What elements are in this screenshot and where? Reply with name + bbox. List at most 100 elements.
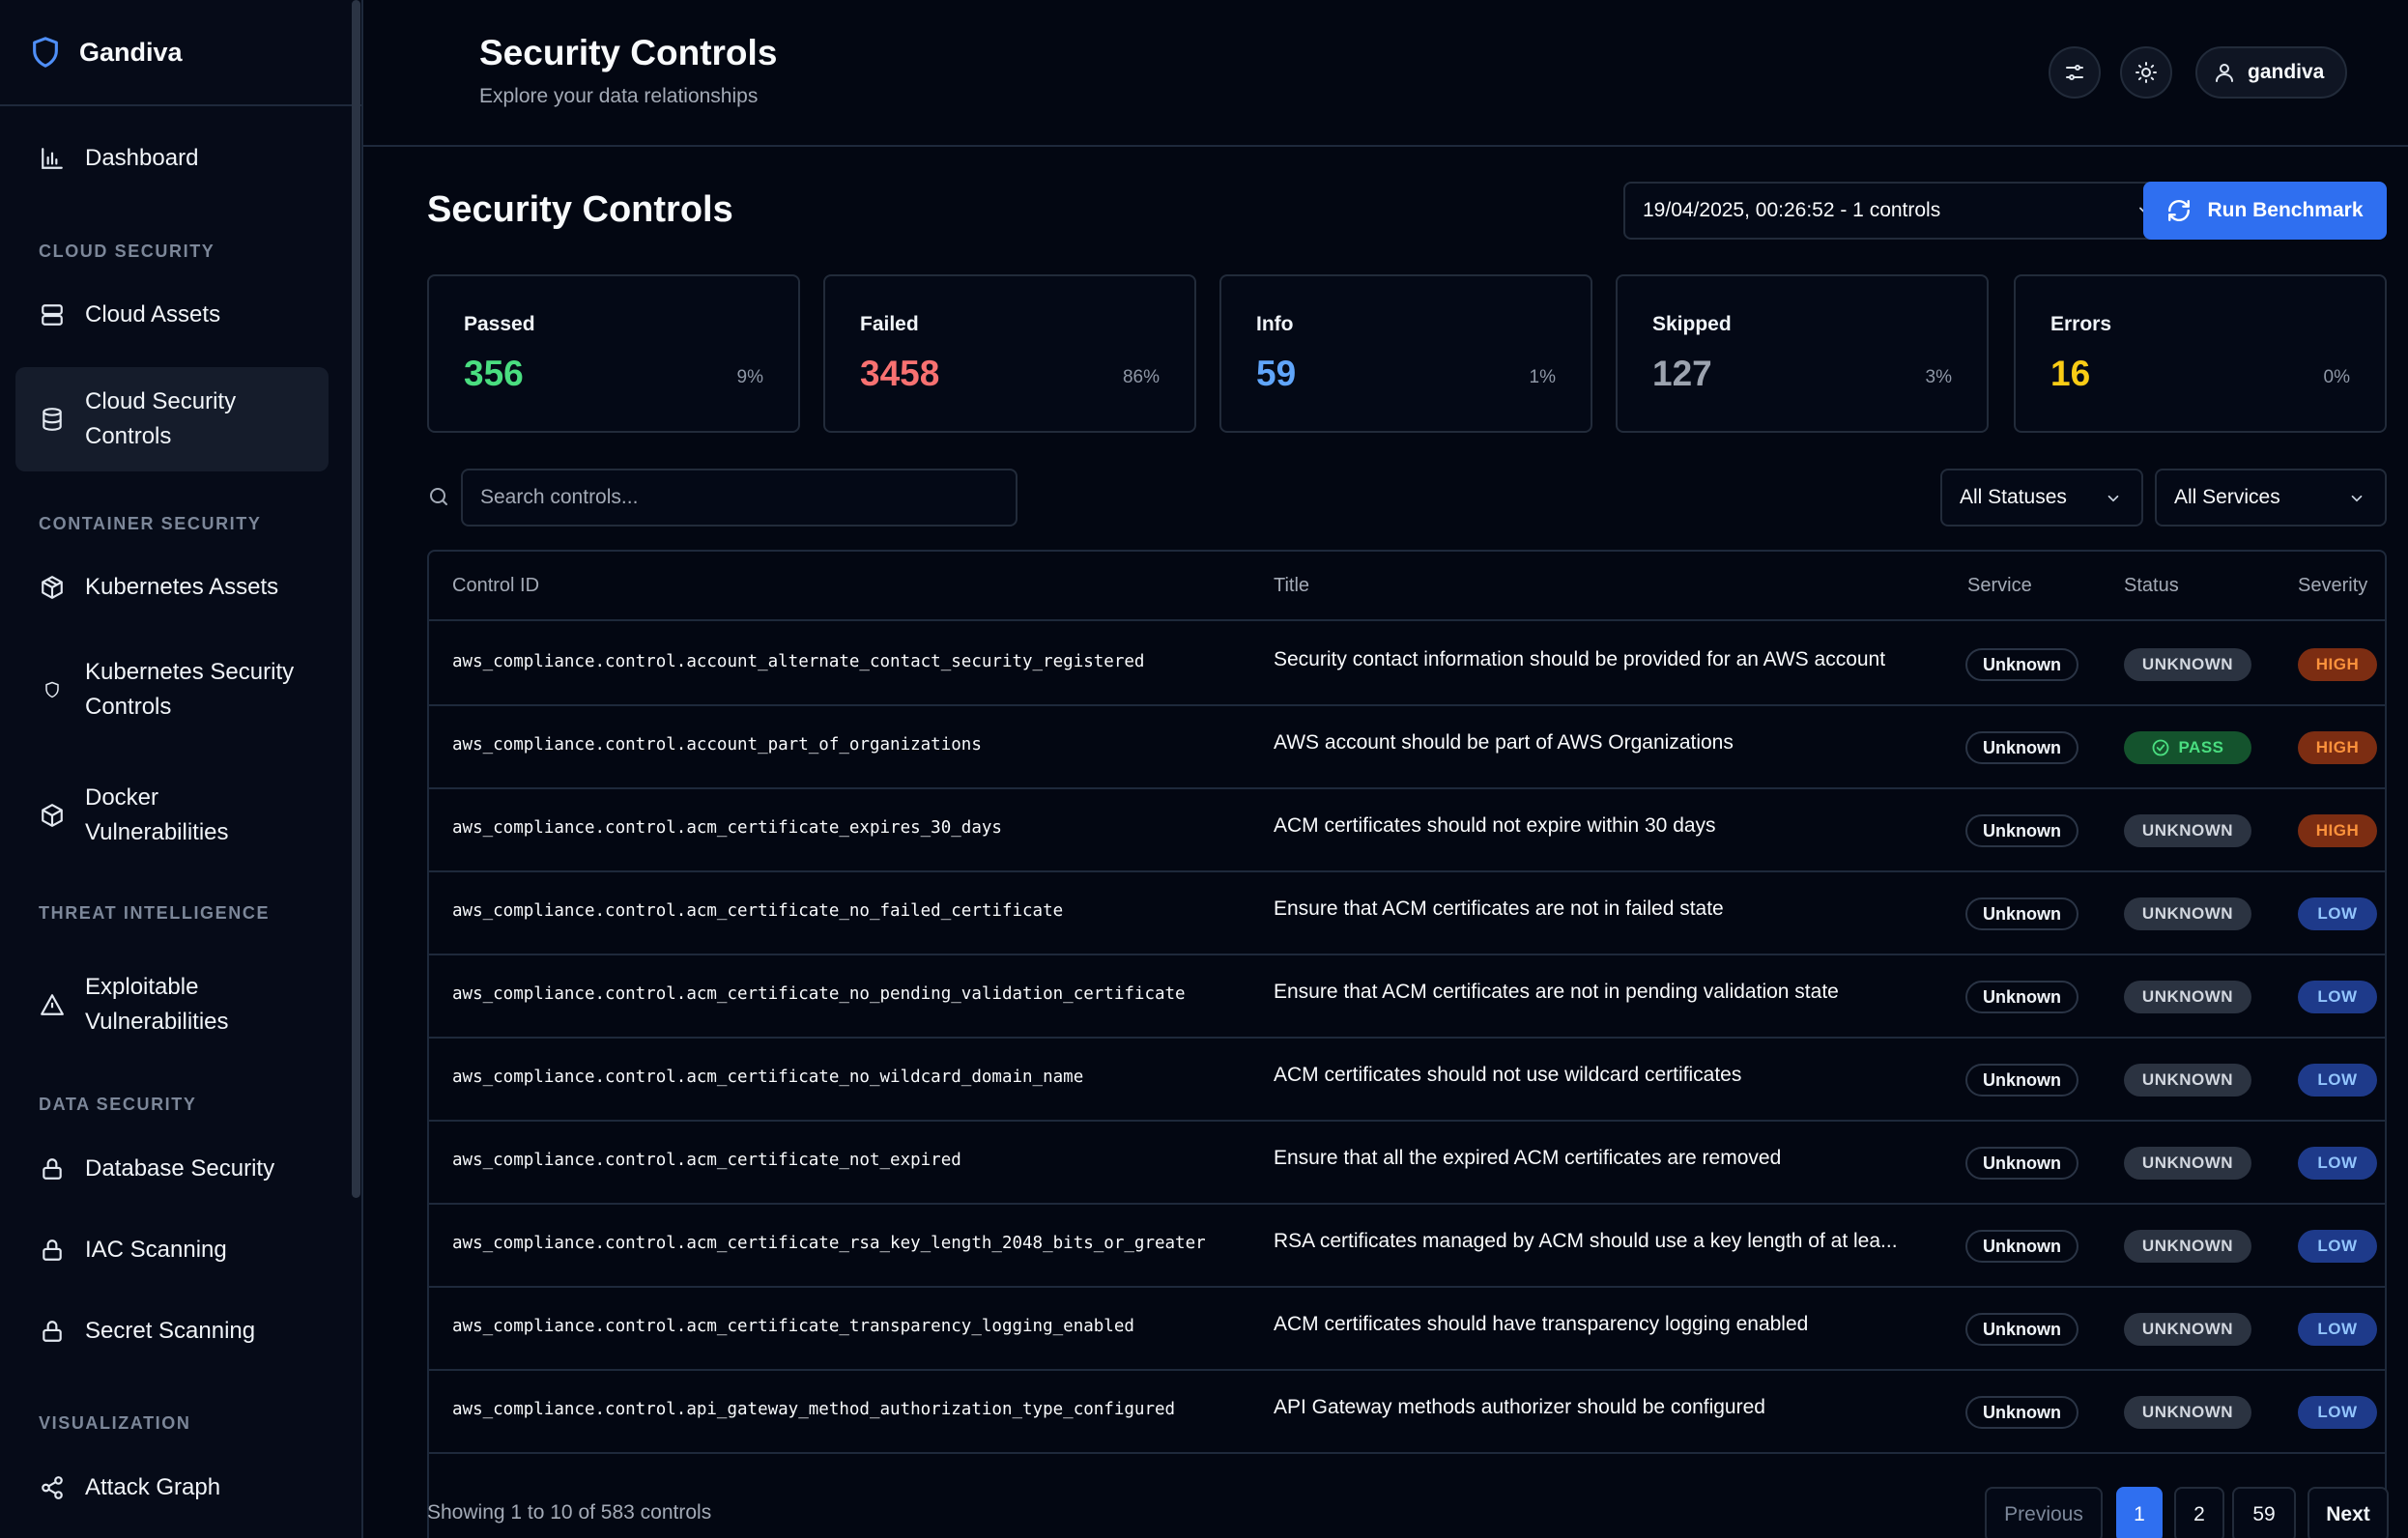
- sidebar-item-cloud-security-controls[interactable]: Cloud Security Controls: [15, 367, 329, 471]
- control-id: aws_compliance.control.acm_certificate_n…: [452, 1151, 961, 1170]
- boxes-icon: [39, 574, 66, 601]
- service-filter-value: All Services: [2174, 486, 2280, 508]
- control-id: aws_compliance.control.acm_certificate_n…: [452, 1068, 1084, 1087]
- run-benchmark-button[interactable]: Run Benchmark: [2143, 182, 2387, 240]
- status-badge: UNKNOWN: [2124, 1396, 2251, 1429]
- chevron-down-icon: [2107, 495, 2119, 502]
- page-button-59[interactable]: 59: [2232, 1487, 2296, 1538]
- table-row[interactable]: aws_compliance.control.acm_certificate_n…: [429, 872, 2385, 955]
- shield-icon: [33, 37, 58, 68]
- column-header-severity[interactable]: Severity: [2298, 575, 2367, 597]
- table-row[interactable]: aws_compliance.control.account_part_of_o…: [429, 706, 2385, 789]
- stat-percent: 3%: [1925, 367, 1952, 387]
- control-title: Security contact information should be p…: [1274, 648, 1886, 670]
- table-row[interactable]: aws_compliance.control.acm_certificate_e…: [429, 789, 2385, 872]
- server-icon: [39, 301, 66, 328]
- control-title: Ensure that ACM certificates are not in …: [1274, 981, 1839, 1003]
- user-menu-button[interactable]: gandiva: [2195, 46, 2348, 99]
- severity-badge: HIGH: [2298, 731, 2377, 764]
- sidebar-item-dashboard[interactable]: Dashboard: [15, 129, 329, 187]
- sidebar-item-secret-scanning[interactable]: Secret Scanning: [15, 1302, 329, 1360]
- status-badge: UNKNOWN: [2124, 897, 2251, 930]
- table-row[interactable]: aws_compliance.control.acm_certificate_r…: [429, 1205, 2385, 1288]
- table-row[interactable]: aws_compliance.control.acm_certificate_n…: [429, 1122, 2385, 1205]
- table-row[interactable]: aws_compliance.control.acm_certificate_n…: [429, 955, 2385, 1039]
- column-header-title[interactable]: Title: [1274, 575, 1309, 597]
- sidebar-item-exploitable-vulnerabilities[interactable]: Exploitable Vulnerabilities: [15, 953, 329, 1057]
- column-header-status[interactable]: Status: [2124, 575, 2179, 597]
- sidebar-item-docker-vulnerabilities[interactable]: Docker Vulnerabilities: [15, 763, 329, 868]
- sidebar-item-label: Database Security: [85, 1155, 275, 1182]
- hexagon-icon: [39, 676, 66, 703]
- stat-value: 59: [1256, 354, 1297, 393]
- sidebar-item-cloud-assets[interactable]: Cloud Assets: [15, 286, 329, 344]
- sidebar-item-label: Exploitable Vulnerabilities: [85, 974, 229, 1035]
- brand-name: Gandiva: [79, 37, 183, 67]
- table-row[interactable]: aws_compliance.control.account_alternate…: [429, 623, 2385, 706]
- next-page-button[interactable]: Next: [2308, 1487, 2389, 1538]
- user-name: gandiva: [2248, 61, 2325, 83]
- status-badge: UNKNOWN: [2124, 1230, 2251, 1263]
- severity-badge: LOW: [2298, 1064, 2377, 1097]
- stat-value: 356: [464, 354, 524, 393]
- sidebar: Gandiva Dashboard CLOUD SECURITY Cloud A…: [0, 0, 363, 1538]
- stat-label: Failed: [860, 313, 919, 335]
- column-header-control-id[interactable]: Control ID: [452, 575, 539, 597]
- lock-icon: [39, 1155, 66, 1182]
- table-row[interactable]: aws_compliance.control.acm_certificate_n…: [429, 1039, 2385, 1122]
- table-row[interactable]: aws_compliance.control.acm_certificate_t…: [429, 1288, 2385, 1371]
- brand[interactable]: Gandiva: [0, 0, 361, 106]
- service-badge: Unknown: [1965, 814, 2078, 847]
- sidebar-item-label: Docker Vulnerabilities: [85, 784, 229, 845]
- previous-page-button[interactable]: Previous: [1985, 1487, 2103, 1538]
- page-button-2[interactable]: 2: [2174, 1487, 2224, 1538]
- column-header-service[interactable]: Service: [1967, 575, 2032, 597]
- severity-badge: LOW: [2298, 897, 2377, 930]
- status-filter-select[interactable]: All Statuses: [1940, 469, 2143, 527]
- box-icon: [39, 802, 66, 829]
- sidebar-item-kubernetes-assets[interactable]: Kubernetes Assets: [15, 558, 329, 616]
- control-title: Ensure that all the expired ACM certific…: [1274, 1147, 1782, 1169]
- stat-percent: 1%: [1529, 367, 1556, 387]
- search-input[interactable]: [461, 469, 1018, 527]
- alert-triangle-icon: [39, 991, 66, 1018]
- page-subtitle: Explore your data relationships: [479, 85, 759, 107]
- status-badge: PASS: [2124, 731, 2251, 764]
- severity-badge: LOW: [2298, 1147, 2377, 1180]
- service-badge: Unknown: [1965, 981, 2078, 1013]
- sidebar-item-database-security[interactable]: Database Security: [15, 1140, 329, 1198]
- table-row[interactable]: aws_compliance.control.api_gateway_metho…: [429, 1371, 2385, 1454]
- control-id: aws_compliance.control.acm_certificate_t…: [452, 1317, 1134, 1336]
- sidebar-nav: Dashboard CLOUD SECURITY Cloud Assets Cl…: [0, 106, 361, 1536]
- sidebar-item-kubernetes-security-controls[interactable]: Kubernetes Security Controls: [15, 638, 329, 742]
- database-icon: [39, 406, 66, 433]
- status-badge: UNKNOWN: [2124, 814, 2251, 847]
- service-filter-select[interactable]: All Services: [2155, 469, 2387, 527]
- control-id: aws_compliance.control.acm_certificate_n…: [452, 901, 1064, 921]
- stat-percent: 86%: [1122, 367, 1160, 387]
- sidebar-item-attack-graph[interactable]: Attack Graph: [15, 1459, 329, 1517]
- benchmark-run-select[interactable]: 19/04/2025, 00:26:52 - 1 controls: [1623, 182, 2174, 240]
- control-id: aws_compliance.control.acm_certificate_r…: [452, 1234, 1206, 1253]
- table-header: Control ID Title Service Status Severity: [429, 552, 2385, 621]
- section-label-data-security: DATA SECURITY: [39, 1095, 197, 1114]
- stat-label: Passed: [464, 313, 535, 335]
- stat-card-failed: Failed 3458 86%: [823, 274, 1196, 433]
- page-title: Security Controls: [479, 33, 778, 72]
- severity-badge: HIGH: [2298, 814, 2377, 847]
- theme-toggle-button[interactable]: [2120, 46, 2172, 99]
- section-label-container-security: CONTAINER SECURITY: [39, 514, 262, 533]
- control-id: aws_compliance.control.acm_certificate_n…: [452, 984, 1186, 1004]
- stat-label: Errors: [2050, 313, 2112, 335]
- main-content: Security Controls 19/04/2025, 00:26:52 -…: [363, 147, 2408, 1538]
- sidebar-scrollbar[interactable]: [352, 0, 360, 1198]
- stat-value: 3458: [860, 354, 940, 393]
- lock-icon: [39, 1318, 66, 1345]
- settings-button[interactable]: [2049, 46, 2101, 99]
- status-text: PASS: [2178, 738, 2224, 756]
- bar-chart-icon: [39, 145, 66, 172]
- status-badge: UNKNOWN: [2124, 1313, 2251, 1346]
- status-text: UNKNOWN: [2141, 904, 2234, 923]
- page-button-1[interactable]: 1: [2116, 1487, 2163, 1538]
- sidebar-item-iac-scanning[interactable]: IAC Scanning: [15, 1221, 329, 1279]
